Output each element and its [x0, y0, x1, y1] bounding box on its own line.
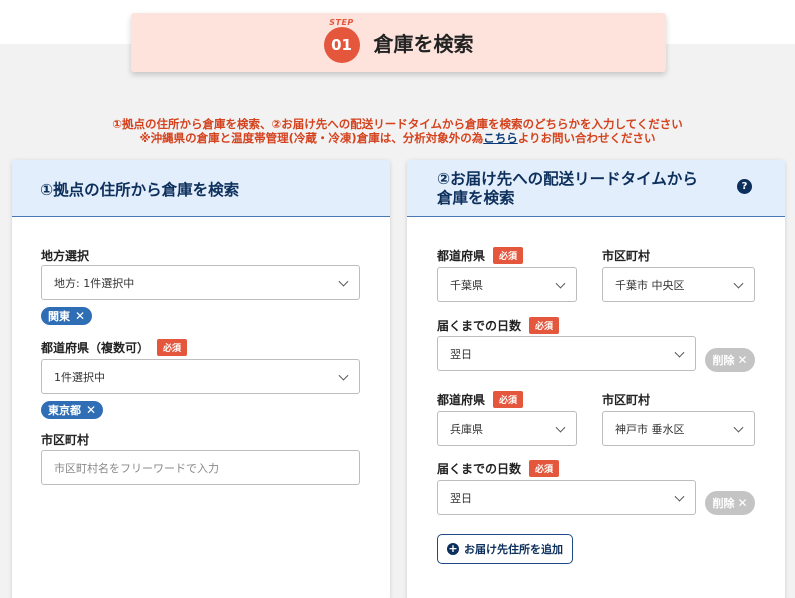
destination-prefecture-value: 千葉県 — [450, 278, 483, 292]
close-icon: ✕ — [737, 353, 748, 367]
step-header: STEP 01 倉庫を検索 — [131, 13, 666, 72]
destination-prefecture-label-text: 都道府県 — [437, 393, 486, 407]
destination-prefecture-select[interactable]: 千葉県 — [437, 267, 577, 302]
delete-button-label: 削除 — [712, 354, 735, 367]
prefecture-chip[interactable]: 東京都 ✕ — [41, 401, 104, 419]
close-icon[interactable]: ✕ — [86, 403, 96, 417]
notice-line-2: ※沖縄県の倉庫と温度帯管理(冷蔵・冷凍)倉庫は、分析対象外の為こちらよりお問い合… — [0, 130, 795, 146]
required-badge: 必須 — [493, 391, 524, 408]
add-destination-label: お届け先住所を追加 — [464, 543, 563, 556]
prefecture-select-value: 1件選択中 — [54, 370, 105, 384]
chevron-down-icon — [733, 278, 744, 289]
region-select-value: 地方: 1件選択中 — [54, 276, 135, 290]
prefecture-label: 都道府県（複数可） 必須 — [41, 339, 188, 356]
chevron-down-icon — [555, 422, 566, 433]
close-icon[interactable]: ✕ — [75, 309, 85, 323]
prefecture-select[interactable]: 1件選択中 — [41, 359, 360, 394]
chevron-down-icon — [733, 422, 744, 433]
step-word: STEP — [329, 17, 354, 27]
required-badge: 必須 — [529, 317, 560, 334]
chevron-down-icon — [338, 276, 349, 287]
destination-city-select[interactable]: 千葉市 中央区 — [602, 267, 755, 302]
region-chip-label: 関東 — [48, 310, 70, 323]
city-input[interactable]: 市区町村名をフリーワードで入力 — [41, 450, 360, 485]
delivery-days-value: 翌日 — [450, 491, 472, 505]
plus-circle-icon: + — [447, 542, 459, 555]
destination-city-value: 千葉市 中央区 — [615, 278, 685, 292]
contact-link[interactable]: こちら — [483, 131, 518, 145]
delivery-days-select[interactable]: 翌日 — [437, 480, 696, 515]
delivery-days-value: 翌日 — [450, 347, 472, 361]
step-number: 01 — [331, 35, 352, 54]
notice-prefix: ※沖縄県の倉庫と温度帯管理(冷蔵・冷凍)倉庫は、分析対象外の為 — [139, 131, 484, 145]
destination-prefecture-value: 兵庫県 — [450, 422, 483, 436]
region-select[interactable]: 地方: 1件選択中 — [41, 265, 360, 300]
leadtime-title-line-2: 倉庫を検索 — [437, 189, 515, 207]
page-title: 倉庫を検索 — [373, 32, 474, 56]
delete-button-label: 削除 — [712, 497, 735, 510]
leadtime-search-panel: ②お届け先への配送リードタイムから 倉庫を検索 ? 都道府県 必須 市区町村 千葉… — [407, 160, 785, 598]
city-label: 市区町村 — [41, 433, 90, 447]
add-destination-button[interactable]: + お届け先住所を追加 — [437, 534, 573, 564]
destination-city-label: 市区町村 — [602, 393, 651, 407]
destination-prefecture-label: 都道府県 必須 — [437, 247, 524, 264]
required-badge: 必須 — [157, 339, 188, 356]
chevron-down-icon — [674, 347, 685, 358]
prefecture-chip-label: 東京都 — [48, 404, 81, 417]
delete-button[interactable]: 削除 ✕ — [705, 491, 755, 515]
destination-city-label: 市区町村 — [602, 249, 651, 263]
chevron-down-icon — [555, 278, 566, 289]
destination-prefecture-label-text: 都道府県 — [437, 249, 486, 263]
destination-city-select[interactable]: 神戸市 垂水区 — [602, 411, 755, 446]
delete-button[interactable]: 削除 ✕ — [705, 348, 755, 372]
destination-prefecture-select[interactable]: 兵庫県 — [437, 411, 577, 446]
address-search-title: ①拠点の住所から倉庫を検索 — [12, 160, 390, 217]
close-icon: ✕ — [737, 496, 748, 510]
destination-prefecture-label: 都道府県 必須 — [437, 391, 524, 408]
destination-city-value: 神戸市 垂水区 — [615, 422, 685, 436]
region-chip[interactable]: 関東 ✕ — [41, 307, 93, 325]
delivery-days-label-text: 届くまでの日数 — [437, 462, 522, 476]
required-badge: 必須 — [493, 247, 524, 264]
delivery-days-label: 届くまでの日数 必須 — [437, 317, 560, 334]
address-search-panel: ①拠点の住所から倉庫を検索 地方選択 地方: 1件選択中 関東 ✕ 都道府県（複… — [12, 160, 390, 598]
delivery-days-select[interactable]: 翌日 — [437, 336, 696, 371]
notice-suffix: よりお問い合わせください — [517, 131, 656, 145]
region-label: 地方選択 — [41, 249, 90, 263]
leadtime-title-line-1: ②お届け先への配送リードタイムから — [437, 170, 698, 188]
delivery-days-label: 届くまでの日数 必須 — [437, 460, 560, 477]
help-icon[interactable]: ? — [737, 179, 752, 194]
city-input-placeholder: 市区町村名をフリーワードで入力 — [54, 461, 219, 475]
delivery-days-label-text: 届くまでの日数 — [437, 319, 522, 333]
leadtime-search-title: ②お届け先への配送リードタイムから 倉庫を検索 ? — [407, 160, 785, 217]
required-badge: 必須 — [529, 460, 560, 477]
step-badge: STEP 01 — [323, 18, 360, 63]
prefecture-label-text: 都道府県（複数可） — [41, 341, 150, 355]
chevron-down-icon — [338, 370, 349, 381]
chevron-down-icon — [674, 491, 685, 502]
